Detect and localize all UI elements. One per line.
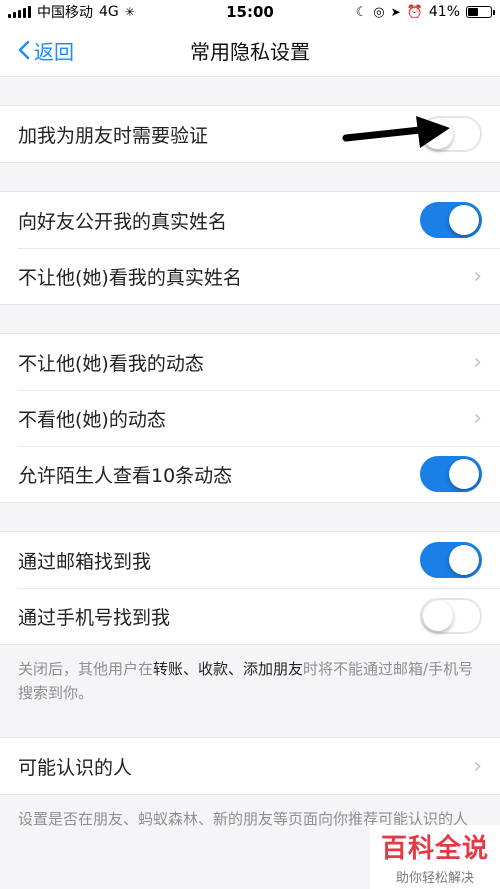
setting-row-people-you-may-know[interactable]: 可能认识的人 ›	[0, 738, 500, 794]
setting-label: 可能认识的人	[18, 756, 133, 779]
watermark-title: 百科全说	[380, 834, 489, 864]
chevron-right-icon: ›	[473, 405, 482, 431]
signal-icon	[8, 6, 31, 18]
status-left: 中国移动 4G ✳	[8, 2, 135, 22]
setting-label: 向好友公开我的真实姓名	[18, 210, 228, 233]
setting-label: 允许陌生人查看10条动态	[18, 464, 233, 487]
setting-label: 通过手机号找到我	[18, 606, 171, 629]
public-name-toggle[interactable]	[420, 202, 482, 238]
setting-row-email: 通过邮箱找到我	[0, 532, 500, 588]
setting-row-stranger-moments: 允许陌生人查看10条动态	[0, 446, 500, 502]
setting-row-hide-their-moments[interactable]: 不看他(她)的动态 ›	[0, 390, 500, 446]
setting-label: 不让他(她)看我的动态	[18, 352, 204, 375]
location-icon: ➤	[390, 5, 401, 19]
chevron-right-icon: ›	[473, 263, 482, 289]
chevron-left-icon	[18, 40, 30, 60]
setting-row-public-name: 向好友公开我的真实姓名	[0, 192, 500, 248]
back-button[interactable]: 返回	[0, 36, 74, 65]
battery-percent: 41%	[428, 4, 460, 20]
status-right: ☾ ◎ ➤ ⏰ 41%	[355, 4, 495, 20]
chevron-right-icon: ›	[473, 349, 482, 375]
status-bar: 中国移动 4G ✳ 15:00 ☾ ◎ ➤ ⏰ 41%	[0, 0, 500, 24]
page-title: 常用隐私设置	[190, 39, 310, 64]
alarm-icon: ⏰	[406, 4, 423, 20]
loading-icon: ✳	[124, 5, 135, 19]
setting-row-hide-name[interactable]: 不让他(她)看我的真实姓名 ›	[0, 248, 500, 304]
find-me-note: 关闭后，其他用户在转账、收款、添加朋友时将不能通过邮箱/手机号搜索到你。	[18, 660, 474, 702]
nav-bar: 返回 常用隐私设置	[0, 24, 500, 77]
chevron-right-icon: ›	[473, 753, 482, 779]
email-toggle[interactable]	[420, 542, 482, 578]
settings-group-find-me: 通过邮箱找到我 通过手机号找到我	[0, 531, 500, 645]
rotation-lock-icon: ◎	[373, 4, 385, 20]
watermark-logo: 百科全说 助你轻松解决	[370, 825, 500, 889]
setting-row-phone: 通过手机号找到我	[0, 588, 500, 644]
setting-label: 加我为朋友时需要验证	[18, 124, 209, 147]
settings-group-people: 可能认识的人 ›	[0, 737, 500, 795]
setting-label: 通过邮箱找到我	[18, 550, 152, 573]
setting-label: 不让他(她)看我的真实姓名	[18, 266, 242, 289]
settings-group-moments: 不让他(她)看我的动态 › 不看他(她)的动态 › 允许陌生人查看10条动态	[0, 333, 500, 503]
stranger-moments-toggle[interactable]	[420, 456, 482, 492]
battery-icon	[466, 6, 495, 18]
phone-toggle[interactable]	[420, 598, 482, 634]
network-label: 4G	[99, 4, 119, 20]
carrier-label: 中国移动	[37, 5, 93, 21]
annotation-arrow-icon	[342, 116, 450, 148]
moon-icon: ☾	[355, 4, 368, 20]
setting-label: 不看他(她)的动态	[18, 408, 166, 431]
back-label: 返回	[34, 39, 74, 64]
settings-group-name: 向好友公开我的真实姓名 不让他(她)看我的真实姓名 ›	[0, 191, 500, 305]
setting-row-hide-my-moments[interactable]: 不让他(她)看我的动态 ›	[0, 334, 500, 390]
note-highlight: 转账、收款、添加朋友	[153, 660, 304, 678]
watermark-subtitle: 助你轻松解决	[395, 871, 474, 886]
